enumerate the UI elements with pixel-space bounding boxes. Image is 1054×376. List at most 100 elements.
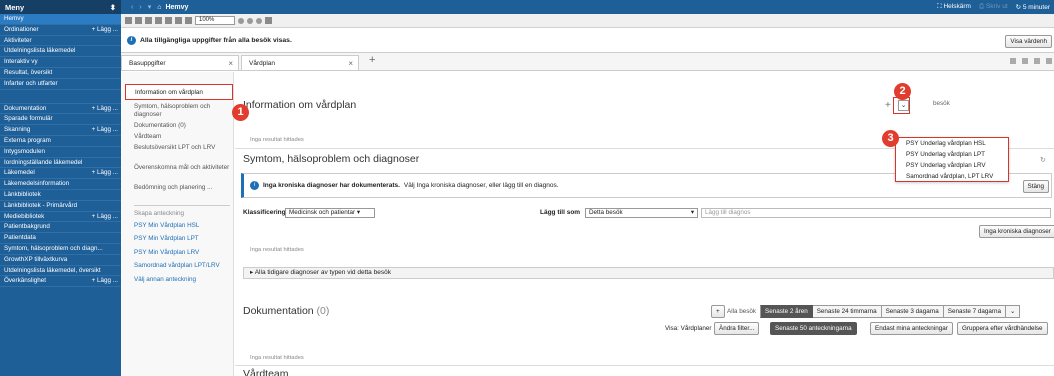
menu-item[interactable]: Iordningställande läkemedel — [0, 158, 121, 169]
close-icon[interactable]: × — [348, 56, 353, 71]
group-by-button[interactable]: Gruppera efter vårdhändelse — [957, 322, 1048, 335]
dd-samordnad[interactable]: Samordnad vårdplan, LPT LRV — [896, 171, 1008, 182]
binoculars-icon[interactable] — [125, 17, 132, 24]
copy-icon[interactable] — [165, 17, 172, 24]
menu-item[interactable]: Dokumentation + Lägg ... — [0, 104, 121, 115]
close-icon[interactable]: × — [228, 56, 233, 71]
nav-info-vardplan[interactable]: Information om vårdplan — [125, 84, 233, 100]
menu-item[interactable]: Läkemedelsinformation — [0, 179, 121, 190]
layout-icon-4[interactable] — [1046, 58, 1052, 64]
print-icon[interactable] — [145, 17, 152, 24]
menu-item-label: Läkemedelsinformation — [4, 180, 70, 188]
seg-2-years[interactable]: Senaste 2 åren — [760, 305, 813, 318]
change-filter-button[interactable]: Ändra filter... — [714, 322, 760, 335]
classification-select[interactable]: Medicinsk och patientar ▾ — [285, 208, 375, 218]
tab-basuppgifter[interactable]: Basuppgifter × — [121, 55, 239, 70]
zoom-in-icon[interactable] — [175, 17, 182, 24]
zoom-out-icon[interactable] — [185, 17, 192, 24]
menu-item[interactable]: Intygsmodulen — [0, 147, 121, 158]
diagnosis-input[interactable]: Lägg till diagnos — [701, 208, 1051, 218]
last-50-button[interactable]: Senaste 50 anteckningarna — [770, 322, 857, 335]
nav-symtom[interactable]: Symtom, hälsoproblem och diagnoser — [134, 103, 230, 119]
link-psy-lpt[interactable]: PSY Min Vårdplan LPT — [134, 235, 199, 242]
add-as-select[interactable]: Detta besök ▾ — [585, 208, 698, 218]
menu-item[interactable]: Interaktiv vy — [0, 57, 121, 68]
previous-diagnoses-expander[interactable]: ▸ Alla tidigare diagnoser av typen vid d… — [243, 267, 1054, 279]
refresh-icon[interactable]: ↻ — [1040, 156, 1046, 164]
layout-icon-1[interactable] — [1010, 58, 1016, 64]
layout-icon-2[interactable] — [1022, 58, 1028, 64]
menu-add-button[interactable]: + Lägg ... — [92, 125, 118, 135]
menu-item[interactable]: Läkemedel + Lägg ... — [0, 168, 121, 180]
add-plus-icon[interactable]: + — [885, 100, 891, 111]
layout-icon-3[interactable] — [1034, 58, 1040, 64]
menu-item[interactable]: Patientbakgrund — [0, 222, 121, 234]
print-button[interactable]: ⎙ Skriv ut — [979, 3, 1008, 11]
nav-overenskomna[interactable]: Överenskomna mål och aktiviteter — [134, 164, 230, 172]
tab-vardplan[interactable]: Vårdplan × — [241, 55, 359, 70]
menu-item[interactable]: Hemvy — [0, 14, 121, 25]
pin-icon[interactable]: ⬍ — [110, 3, 116, 12]
link-choose-other[interactable]: Välj annan anteckning — [134, 276, 196, 283]
menu-add-button[interactable]: + Lägg ... — [92, 104, 118, 114]
zoom-select[interactable]: 100% — [195, 16, 235, 25]
menu-item[interactable]: Patientdata — [0, 233, 121, 244]
no-chronic-diagnoses-button[interactable]: Inga kroniska diagnoser — [979, 225, 1054, 238]
back-icon[interactable]: ‹ — [131, 4, 133, 11]
seg-7-days[interactable]: Senaste 7 dagarna — [943, 305, 1007, 318]
menu-item[interactable]: Utdelningslista läkemedel — [0, 46, 121, 58]
menu-item-label: Iordningställande läkemedel — [4, 158, 83, 166]
menu-add-button[interactable]: + Lägg ... — [92, 212, 118, 222]
menu-item[interactable]: Länkbibliotek — [0, 190, 121, 201]
circle-icon-2[interactable] — [247, 17, 253, 24]
dd-psy-lrv[interactable]: PSY Underlag vårdplan LRV — [896, 160, 1008, 171]
seg-3-days[interactable]: Senaste 3 dagarna — [881, 305, 944, 318]
menu-item[interactable]: Externa program — [0, 136, 121, 147]
document-icon[interactable] — [135, 17, 142, 24]
menu-item[interactable]: Symtom, hälsoproblem och diagn... — [0, 244, 121, 255]
nav-dropdown-icon[interactable]: ▾ — [148, 3, 152, 11]
only-mine-button[interactable]: Endast mina anteckningar — [870, 322, 953, 335]
menu-item-label: Externa program — [4, 136, 51, 144]
home-icon[interactable]: ⌂ — [157, 4, 161, 11]
menu-item[interactable]: Mediebibliotek + Lägg ... — [0, 212, 121, 223]
menu-item[interactable]: Resultat, översikt — [0, 68, 121, 79]
nav-bedomning[interactable]: Bedömning och planering ... — [134, 184, 230, 192]
menu-item[interactable]: Skanning + Lägg ... — [0, 125, 121, 136]
nav-dokumentation[interactable]: Dokumentation (0) — [134, 122, 230, 130]
link-samordnad[interactable]: Samordnad vårdplan LPT/LRV — [134, 262, 220, 269]
add-doc-button[interactable]: + — [711, 305, 725, 318]
menu-item[interactable]: Infarter och utfarter — [0, 79, 121, 90]
menu-add-button[interactable]: + Lägg ... — [92, 168, 118, 178]
circle-icon-3[interactable] — [256, 17, 262, 24]
menu-item[interactable]: Sparade formulär — [0, 114, 121, 126]
forward-icon[interactable]: › — [139, 4, 141, 11]
link-psy-lrv[interactable]: PSY Min Vårdplan LRV — [134, 249, 199, 256]
print-preview-icon[interactable] — [155, 17, 162, 24]
nav-vardteam[interactable]: Vårdteam — [134, 133, 230, 141]
menu-item[interactable]: Aktiviteter — [0, 36, 121, 47]
segment-dropdown[interactable]: ⌄ — [1006, 305, 1021, 318]
menu-item-label: Infarter och utfarter — [4, 79, 58, 87]
menu-item[interactable]: Ordinationer + Lägg ... — [0, 25, 121, 36]
nav-beslutsoversikt[interactable]: Beslutsöversikt LPT och LRV — [134, 144, 230, 152]
dd-psy-hsl[interactable]: PSY Underlag vårdplan HSL — [896, 138, 1008, 149]
link-psy-hsl[interactable]: PSY Min Vårdplan HSL — [134, 222, 199, 229]
refresh-button[interactable]: ↻ 5 minuter — [1016, 3, 1050, 11]
menu-item[interactable]: Överkänslighet + Lägg ... — [0, 276, 121, 288]
menu-item[interactable]: GrowthXP tillväxtkurva — [0, 255, 121, 266]
menu-item[interactable]: Utdelningslista läkemedel, översikt — [0, 266, 121, 277]
dd-psy-lpt[interactable]: PSY Underlag vårdplan LPT — [896, 149, 1008, 160]
fullscreen-button[interactable]: ⛶ Helskärm — [937, 3, 971, 11]
lock-icon[interactable] — [265, 17, 272, 24]
expander-label: Alla tidigare diagnoser av typen vid det… — [254, 269, 391, 276]
menu-add-button[interactable]: + Lägg ... — [92, 276, 118, 286]
left-menu: Meny ⬍ Hemvy Ordinationer + Lägg ... Aktivi… — [0, 0, 121, 376]
close-button[interactable]: Stäng — [1022, 180, 1049, 193]
menu-item[interactable]: Länkbibliotek - Primärvård — [0, 201, 121, 212]
show-unit-button[interactable]: Visa värdenh — [1005, 35, 1052, 48]
menu-add-button[interactable]: + Lägg ... — [92, 25, 118, 35]
circle-icon-1[interactable] — [238, 17, 244, 24]
add-tab-icon[interactable]: + — [369, 54, 375, 66]
seg-24-hours[interactable]: Senaste 24 timmarna — [812, 305, 882, 318]
